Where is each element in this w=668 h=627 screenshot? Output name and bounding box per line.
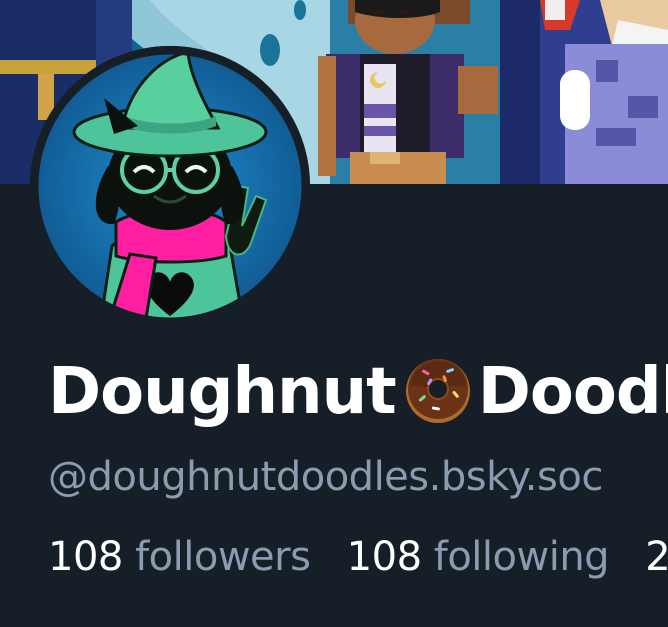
following-label: following <box>433 534 610 580</box>
display-name-second-part: Doodl <box>477 355 668 429</box>
followers-link[interactable]: 108 followers <box>48 532 311 582</box>
profile-avatar[interactable] <box>30 46 310 326</box>
doughnut-emoji-icon <box>402 353 474 425</box>
profile-stats: 108 followers 108 following 2 <box>48 532 668 582</box>
profile-handle: @doughnutdoodles.bsky.soc <box>48 454 603 500</box>
profile-description-cutoff <box>48 612 668 627</box>
posts-count: 2 <box>645 534 668 580</box>
followers-count: 108 <box>48 534 123 580</box>
followers-label: followers <box>135 534 311 580</box>
avatar-image <box>30 46 310 326</box>
following-link[interactable]: 108 following <box>346 532 610 582</box>
display-name-first-part: Doughnut <box>48 355 397 429</box>
profile-page: Doughnut Doodl @doughnutdoodles.bsky.soc … <box>0 0 668 627</box>
profile-display-name: Doughnut Doodl <box>48 352 668 432</box>
following-count: 108 <box>346 534 422 580</box>
